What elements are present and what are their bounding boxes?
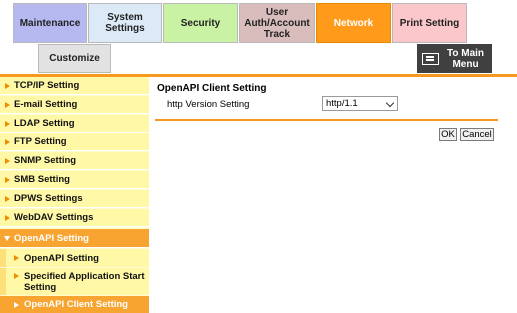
ok-button[interactable]: OK [439,128,457,141]
sidebar-item-label: FTP Setting [14,136,67,147]
sidebar-subitem-label: OpenAPI Setting [24,252,99,264]
sidebar-item-label: TCP/IP Setting [14,80,80,91]
arrow-right-icon [5,157,10,164]
sidebar-item-openapi[interactable]: OpenAPI Setting [0,229,149,248]
tab-user-auth-label: User Auth/Account Track [244,7,310,40]
arrow-right-icon [5,120,10,127]
tab-network[interactable]: Network [316,3,391,43]
content-divider [155,119,498,121]
cancel-button[interactable]: Cancel [460,128,494,141]
sidebar-subitem-label: OpenAPI Client Setting [24,299,128,310]
sidebar-item-dpws[interactable]: DPWS Settings [0,190,149,208]
tab-print-setting[interactable]: Print Setting [392,3,467,43]
sidebar-subitem-openapi-client-setting[interactable]: OpenAPI Client Setting [0,296,149,313]
sidebar-item-label: WebDAV Settings [14,212,94,223]
tab-user-auth-line2: Auth/Account [244,17,310,29]
http-version-label: http Version Setting [167,99,250,110]
sidebar-subitem-openapi-setting[interactable]: OpenAPI Setting [0,249,149,267]
tab-user-auth-line1: User [265,6,289,18]
arrow-right-icon [5,195,10,202]
sidebar-item-label: E-mail Setting [14,99,78,110]
arrow-right-icon [5,82,10,89]
tab-security-label: Security [180,17,221,29]
arrow-down-icon [4,235,10,241]
sidebar-item-label: LDAP Setting [14,118,75,129]
sidebar-subitem-specified-application-start[interactable]: Specified Application Start Setting [0,268,149,295]
sidebar: TCP/IP Setting E-mail Setting LDAP Setti… [0,77,149,313]
arrow-right-icon [14,255,19,261]
sidebar-item-label: SNMP Setting [14,155,77,166]
tab-user-auth-line3: Track [263,28,291,40]
sidebar-item-webdav[interactable]: WebDAV Settings [0,209,149,227]
tab-customize-label: Customize [49,53,100,64]
sidebar-item-email[interactable]: E-mail Setting [0,96,149,114]
arrow-right-icon [14,301,19,308]
tab-print-setting-label: Print Setting [399,17,460,29]
to-main-menu-button[interactable]: To Main Menu [417,44,492,73]
chevron-down-icon [385,98,395,108]
arrow-right-icon [5,101,10,108]
sidebar-subitem-label-line1: Specified Application Start [24,270,145,282]
sidebar-item-ldap[interactable]: LDAP Setting [0,115,149,133]
to-main-menu-line2: Menu [452,58,479,70]
sidebar-item-label: SMB Setting [14,174,70,185]
tab-system-settings[interactable]: System Settings [88,3,162,43]
http-version-select[interactable]: http/1.1 [322,96,398,111]
tab-system-settings-label: System Settings [105,12,145,34]
sidebar-item-snmp[interactable]: SNMP Setting [0,152,149,170]
sidebar-item-ftp[interactable]: FTP Setting [0,133,149,151]
monitor-icon [422,52,439,65]
to-main-menu-line1: To Main [446,47,485,59]
tab-network-label: Network [333,17,374,29]
sidebar-item-tcp-ip[interactable]: TCP/IP Setting [0,77,149,95]
sidebar-subitem-label: Specified Application Start Setting [24,271,145,293]
tab-maintenance-label: Maintenance [19,17,81,29]
arrow-right-icon [14,273,19,279]
arrow-right-icon [5,214,10,221]
arrow-right-icon [5,176,10,183]
sidebar-subitem-label-line2: Setting [24,281,57,293]
sidebar-item-label: DPWS Settings [14,193,83,204]
arrow-right-icon [5,138,10,145]
to-main-menu-label: To Main Menu [439,48,492,70]
sidebar-item-smb[interactable]: SMB Setting [0,171,149,189]
tab-security[interactable]: Security [163,3,238,43]
tab-maintenance[interactable]: Maintenance [13,3,87,43]
tab-user-auth-account-track[interactable]: User Auth/Account Track [239,3,315,43]
http-version-value: http/1.1 [326,98,358,109]
sidebar-item-label: OpenAPI Setting [14,232,89,244]
tab-customize[interactable]: Customize [38,44,111,73]
page-title: OpenAPI Client Setting [157,83,267,94]
